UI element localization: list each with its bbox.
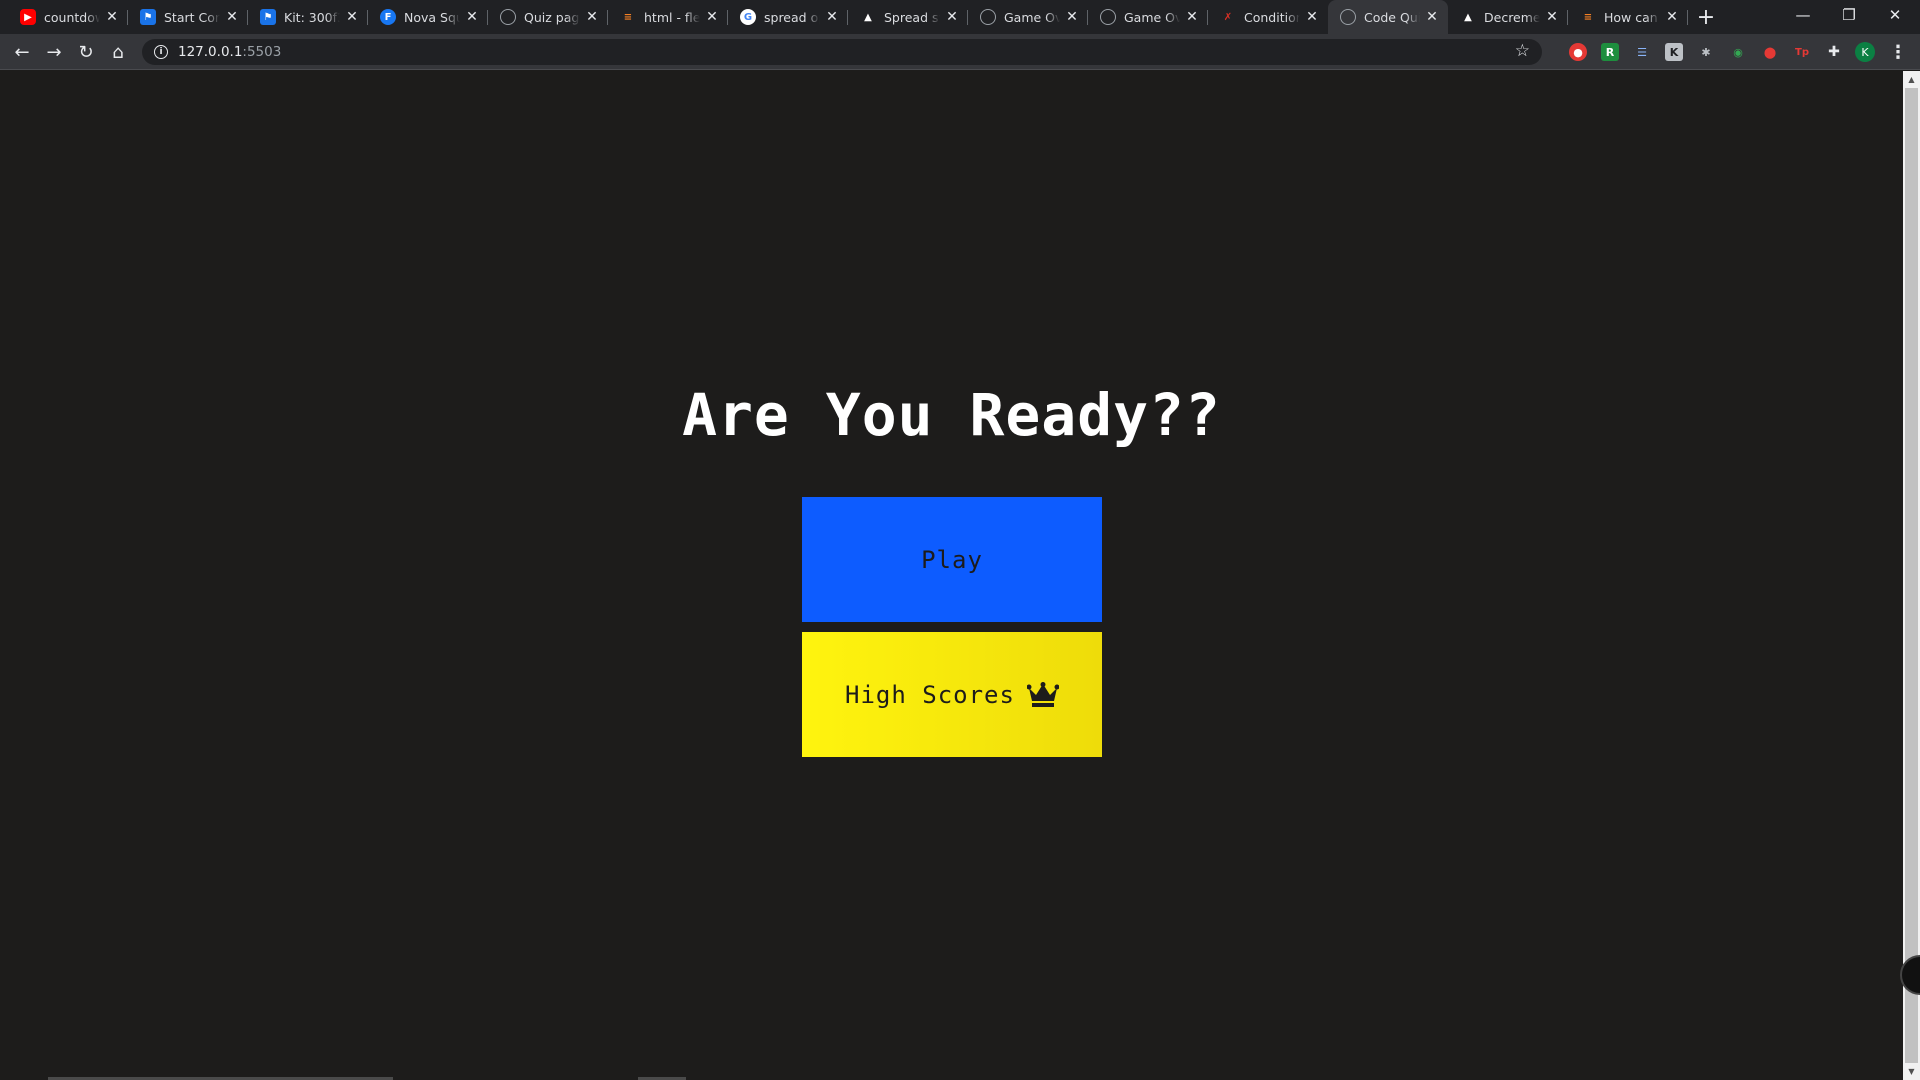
tab-code-quiz[interactable]: Code Quiz ✕ <box>1328 0 1448 34</box>
close-icon[interactable]: ✕ <box>704 9 720 25</box>
profile-avatar[interactable]: K <box>1855 42 1875 62</box>
tab-title: Code Quiz <box>1364 9 1420 25</box>
crown-icon <box>1026 681 1059 708</box>
tab-game-over-1[interactable]: Game Over ✕ <box>968 0 1088 34</box>
close-icon[interactable]: ✕ <box>464 9 480 25</box>
tab-quiz-page[interactable]: Quiz page ✕ <box>488 0 608 34</box>
url-host: 127.0.0.1 <box>178 44 243 60</box>
font-icon: F <box>380 9 396 25</box>
tab-title: countdown <box>44 9 100 25</box>
close-icon[interactable]: ✕ <box>1184 9 1200 25</box>
globe-icon <box>1100 9 1116 25</box>
extension-puzzle-icon[interactable]: ✱ <box>1697 43 1715 61</box>
stackoverflow-icon: ≡ <box>1583 11 1593 23</box>
tab-nova-square[interactable]: F Nova Square ✕ <box>368 0 488 34</box>
tab-game-over-2[interactable]: Game Over ✕ <box>1088 0 1208 34</box>
scroll-down-arrow-icon[interactable]: ▼ <box>1903 1063 1920 1080</box>
close-icon[interactable]: ✕ <box>1064 9 1080 25</box>
tab-html-flex[interactable]: ≡ html - flex ✕ <box>608 0 728 34</box>
close-icon[interactable]: ✕ <box>1304 9 1320 25</box>
vertical-scrollbar[interactable]: ▲ ▼ <box>1903 71 1920 1080</box>
close-icon[interactable]: ✕ <box>584 9 600 25</box>
tab-title: Nova Square <box>404 9 460 25</box>
reload-icon[interactable]: ↻ <box>70 34 102 70</box>
high-scores-button-label: High Scores <box>845 680 1015 709</box>
tab-title: Kit: 300f3f <box>284 9 340 25</box>
browser-toolbar: ← → ↻ ⌂ i 127.0.0.1:5503 ☆ ● R ☰ K ✱ ◉ ⬤… <box>0 34 1920 70</box>
extension-leaf-icon[interactable]: ◉ <box>1729 43 1747 61</box>
extensions-puzzle-icon[interactable]: ✚ <box>1825 43 1843 61</box>
bookmark-star-icon[interactable]: ☆ <box>1515 41 1530 61</box>
extension-list-icon[interactable]: ☰ <box>1633 43 1651 61</box>
home-icon[interactable]: ⌂ <box>102 34 134 70</box>
tab-title: Quiz page <box>524 9 580 25</box>
tab-decrement[interactable]: ▲ Decrement ✕ <box>1448 0 1568 34</box>
scroll-up-arrow-icon[interactable]: ▲ <box>1903 71 1920 88</box>
globe-icon <box>1340 9 1356 25</box>
close-icon[interactable]: ✕ <box>824 9 840 25</box>
address-bar[interactable]: i 127.0.0.1:5503 ☆ <box>142 39 1542 65</box>
page-title: Are You Ready?? <box>682 381 1221 449</box>
tab-spread-syntax[interactable]: ▲ Spread syn ✕ <box>848 0 968 34</box>
close-icon[interactable]: ✕ <box>104 9 120 25</box>
close-icon[interactable]: ✕ <box>1424 9 1440 25</box>
url-port: :5503 <box>242 44 282 60</box>
globe-icon <box>500 9 516 25</box>
play-button[interactable]: Play <box>802 497 1102 622</box>
tab-countdown[interactable]: ▶ countdown ✕ <box>8 0 128 34</box>
tab-title: Start Config <box>164 9 220 25</box>
scrollbar-thumb[interactable] <box>1905 88 1918 1063</box>
tab-kit[interactable]: ⚑ Kit: 300f3f ✕ <box>248 0 368 34</box>
tab-list: ▶ countdown ✕ ⚑ Start Config ✕ ⚑ Kit: 30… <box>8 0 1720 34</box>
tab-title: Spread syn <box>884 9 940 25</box>
window-close-icon[interactable]: ✕ <box>1872 0 1918 30</box>
youtube-icon: ▶ <box>20 9 36 25</box>
tab-title: How can y <box>1604 9 1660 25</box>
stackoverflow-icon: ≡ <box>623 11 633 23</box>
flag-icon: ⚑ <box>140 9 156 25</box>
more-menu-icon[interactable]: ⋮ <box>1885 34 1911 70</box>
graduation-cap-icon: ▲ <box>1464 11 1472 23</box>
graduation-cap-icon: ▲ <box>864 11 872 23</box>
tab-title: Game Over <box>1004 9 1060 25</box>
play-button-label: Play <box>921 545 983 574</box>
flag-icon: ⚑ <box>260 9 276 25</box>
google-icon: G <box>740 9 756 25</box>
restore-icon[interactable]: ❐ <box>1826 0 1872 30</box>
globe-icon <box>980 9 996 25</box>
back-arrow-icon[interactable]: ← <box>6 34 38 70</box>
forward-arrow-icon[interactable]: → <box>38 34 70 70</box>
info-icon[interactable]: i <box>154 45 168 59</box>
close-icon[interactable]: ✕ <box>944 9 960 25</box>
extension-r-icon[interactable]: R <box>1601 43 1619 61</box>
tab-spread-op[interactable]: G spread op ✕ <box>728 0 848 34</box>
tab-title: Conditions <box>1244 9 1300 25</box>
close-icon[interactable]: ✕ <box>224 9 240 25</box>
high-scores-button[interactable]: High Scores <box>802 632 1102 757</box>
tab-start-config[interactable]: ⚑ Start Config ✕ <box>128 0 248 34</box>
minimize-icon[interactable]: — <box>1780 0 1826 30</box>
w3schools-icon: ✗ <box>1223 11 1233 23</box>
extension-k-icon[interactable]: K <box>1665 43 1683 61</box>
tab-title: spread op <box>764 9 820 25</box>
page-content: Are You Ready?? Play High Scores <box>0 71 1903 1080</box>
tab-strip: ▶ countdown ✕ ⚑ Start Config ✕ ⚑ Kit: 30… <box>0 0 1920 34</box>
tab-title: Decrement <box>1484 9 1540 25</box>
tab-title: html - flex <box>644 9 700 25</box>
extension-pdf-icon[interactable]: ⬤ <box>1761 43 1779 61</box>
extension-shield-icon[interactable]: ● <box>1569 43 1587 61</box>
close-icon[interactable]: ✕ <box>1664 9 1680 25</box>
tab-title: Game Over <box>1124 9 1180 25</box>
tab-conditions[interactable]: ✗ Conditions ✕ <box>1208 0 1328 34</box>
tab-how-can[interactable]: ≡ How can y ✕ <box>1568 0 1688 34</box>
new-tab-button[interactable]: + <box>1692 0 1720 34</box>
close-icon[interactable]: ✕ <box>344 9 360 25</box>
extension-tp-icon[interactable]: Tp <box>1793 43 1811 61</box>
close-icon[interactable]: ✕ <box>1544 9 1560 25</box>
